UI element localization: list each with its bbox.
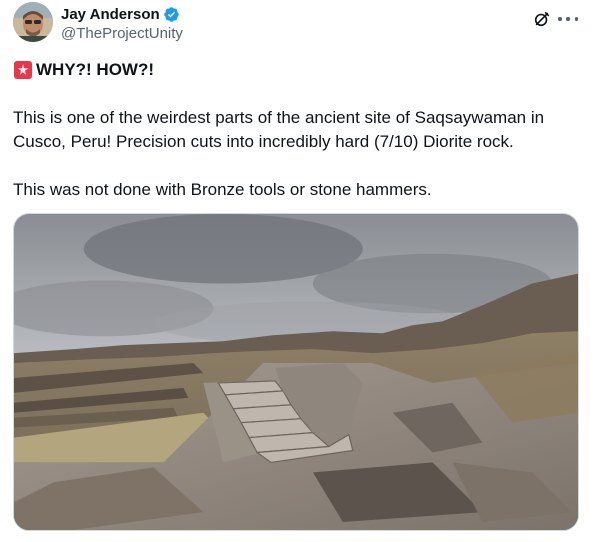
police-car-light-icon (13, 60, 33, 80)
display-name-row: Jay Anderson (61, 4, 183, 24)
author-names: Jay Anderson @TheProjectUnity (61, 4, 183, 43)
tweet-paragraph-2: This was not done with Bronze tools or s… (13, 180, 432, 199)
tweet-headline: WHY?! HOW?! (36, 60, 155, 79)
tweet-text: WHY?! HOW?! This is one of the weirdest … (13, 58, 583, 202)
tweet-photo[interactable] (13, 213, 579, 531)
tweet-header: Jay Anderson @TheProjectUnity (13, 2, 587, 46)
author-handle[interactable]: @TheProjectUnity (61, 25, 183, 42)
grok-icon[interactable] (533, 10, 551, 28)
more-icon[interactable] (558, 10, 578, 28)
tweet-headline-row: WHY?! HOW?! (13, 58, 583, 82)
verified-badge-icon[interactable] (163, 6, 180, 23)
tweet-paragraph-1: This is one of the weirdest parts of the… (13, 108, 545, 151)
display-name[interactable]: Jay Anderson (61, 6, 160, 23)
avatar[interactable] (13, 2, 53, 42)
saqsaywaman-photo (14, 214, 578, 530)
